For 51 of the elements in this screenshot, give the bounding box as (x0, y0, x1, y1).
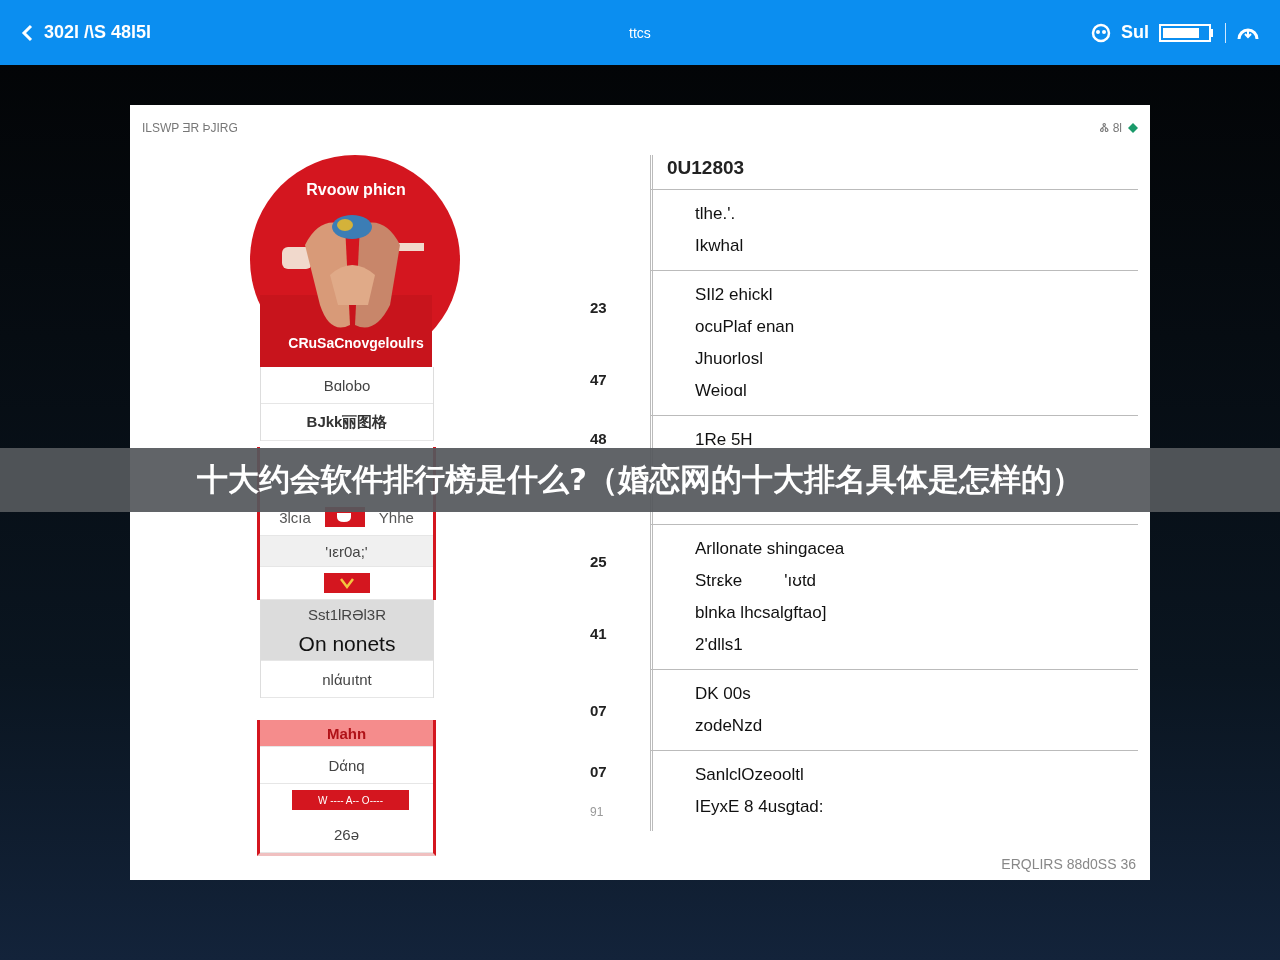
table-text: IEyxE 8 4usgtad: (695, 797, 824, 817)
rank-number: 07 (590, 702, 608, 719)
poster-caption: CRuSaCnovgeloulrs (287, 335, 425, 351)
table-text: 1Re 5H (695, 430, 753, 450)
footer-text: ERQLIRS 88d0SS 36 (1001, 856, 1136, 872)
back-icon[interactable] (20, 22, 34, 43)
table-header: 0U12803 (650, 155, 1138, 190)
status-title: ttcs (629, 24, 651, 41)
rank-number: 48 (590, 430, 608, 447)
table-text: Arllonate shingacea (695, 539, 845, 559)
table-text: DK 00s (695, 684, 751, 704)
menu-item[interactable]: Sst1lRƏl3R (261, 600, 433, 628)
rank-number: 91 (590, 804, 605, 819)
poster-title: Rvoow phicn (305, 181, 407, 199)
menu-item[interactable]: BJkk丽图格 (261, 404, 433, 441)
caption-text: 十大约会软件排行榜是什么?（婚恋网的十大排名具体是怎样的） (197, 460, 1083, 499)
table-text: Weioɑl (695, 381, 747, 401)
table-text: Strεke (695, 571, 743, 591)
table-text: 'ıʊtd (784, 571, 817, 591)
table-text: 2'dlls1 (695, 635, 743, 655)
rank-number: 07 (590, 763, 608, 781)
diamond-icon (1128, 123, 1138, 133)
table-text: Ikwhal (695, 236, 744, 256)
table-text: SIl2 ehickl (695, 285, 773, 305)
menu-item[interactable]: Bɑlobo (261, 367, 433, 404)
menu-item[interactable]: Dάnq (260, 747, 433, 784)
menu-item[interactable]: nlάuıtnt (261, 661, 433, 698)
table-text: Jhuorlosl (695, 349, 764, 369)
badge-icon (323, 573, 370, 593)
rank-number: 47 (590, 371, 608, 389)
menu-item[interactable]: 'ıεr0a;' (260, 536, 433, 567)
menu-bar[interactable]: W ---- A-- O---- (292, 790, 409, 810)
table-text: ocuPlaf enan (695, 317, 795, 337)
rank-number: 23 (590, 298, 608, 316)
menu-label: Yhhe (378, 508, 414, 526)
table-text: SanlclOzeooltl (695, 765, 804, 785)
status-time: 302l /\S 48l5l (44, 22, 152, 43)
menu-item[interactable]: 26ǝ (260, 816, 433, 853)
menu-label: 3lcıa (279, 508, 311, 526)
panel-title: ILSWP ƎR ÞJIRG (142, 121, 238, 135)
panel-label: Ꮬ 8l (1100, 121, 1122, 135)
table-text: zodeNzd (695, 716, 763, 736)
menu-item[interactable]: On nonets (261, 628, 433, 661)
battery-icon (1159, 22, 1215, 43)
table-text: blnka lhcsalgftao] (695, 603, 827, 623)
rank-number: 25 (590, 552, 608, 570)
carrier-label: Sul (1120, 22, 1149, 43)
face-icon (1090, 22, 1111, 43)
rank-number: 41 (590, 625, 608, 643)
table-text: tlhe.'. (695, 204, 736, 224)
menu-header: Mahn (260, 720, 433, 747)
